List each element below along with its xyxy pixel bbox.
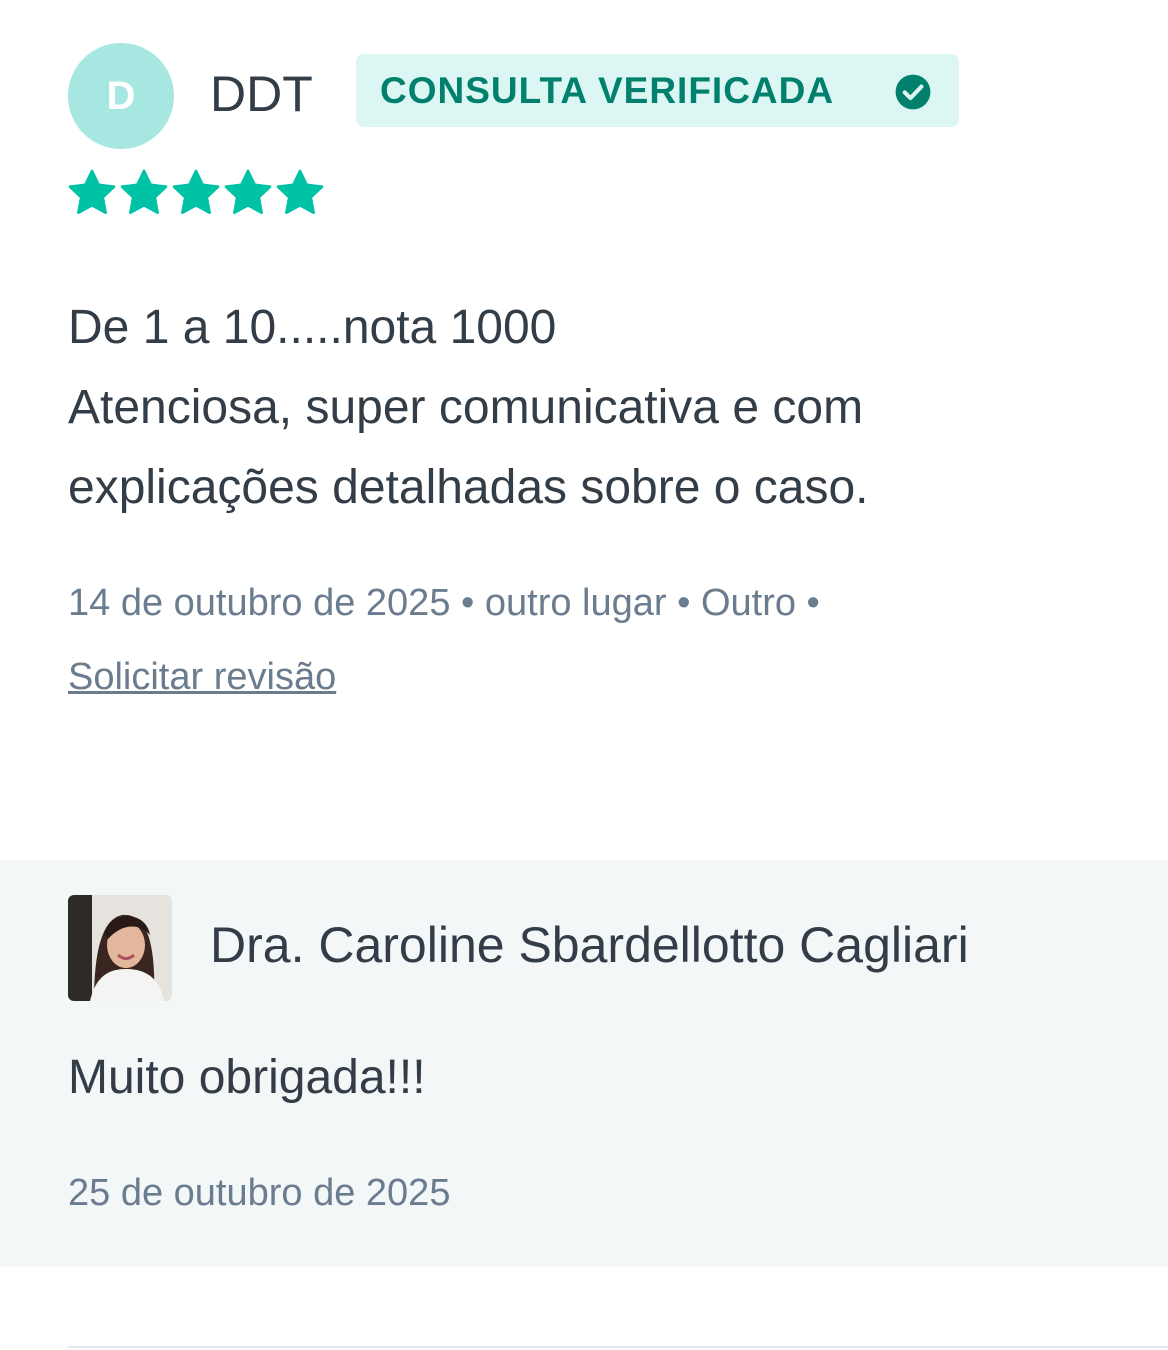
doctor-photo-image [68,895,172,1001]
check-circle-icon [895,74,931,110]
request-review-link[interactable]: Solicitar revisão [68,652,336,702]
reply-date: 25 de outubro de 2025 [68,1172,451,1214]
star-icon [120,169,168,215]
badge-label: CONSULTA VERIFICADA [380,69,835,111]
reviewer-name: DDT [210,66,313,122]
star-rating [66,165,326,221]
star-icon [172,169,220,215]
divider [68,1346,1168,1348]
doctor-name: Dra. Caroline Sbardellotto Cagliari [210,917,969,973]
star-icon [276,169,324,215]
star-icon [68,169,116,215]
reviewer-avatar: D [68,43,174,149]
star-icon [224,169,272,215]
reply-text: Muito obrigada!!! [68,1051,426,1104]
avatar-initial: D [106,73,136,118]
review-meta: 14 de outubro de 2025 • outro lugar • Ou… [68,582,820,624]
review-card: D DDT CONSULTA VERIFICADA De 1 a 10.....… [0,0,1168,860]
review-text: De 1 a 10.....nota 1000 Atenciosa, super… [68,301,869,514]
verified-consultation-badge: CONSULTA VERIFICADA [356,54,959,127]
doctor-reply: Dra. Caroline Sbardellotto Cagliari Muit… [0,860,1168,1267]
doctor-avatar [68,895,172,1001]
